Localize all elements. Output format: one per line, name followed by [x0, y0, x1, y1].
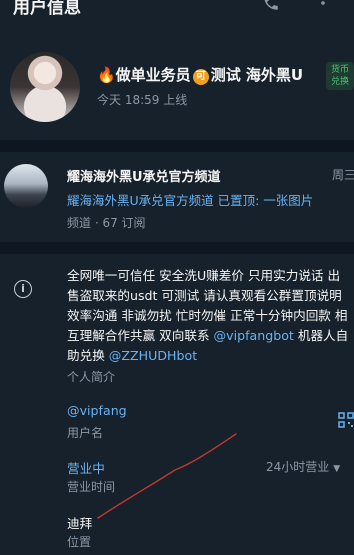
chevron-down-icon: ▼	[333, 464, 341, 474]
header: 用户信息	[0, 0, 354, 22]
info-icon: i	[14, 280, 32, 298]
bio-link-zzhudhbot[interactable]: @ZZHUDHbot	[109, 348, 197, 363]
username-value[interactable]: @vipfang	[67, 403, 127, 418]
location-value[interactable]: 迪拜	[67, 513, 92, 532]
business-hours-text: 24小时营业	[266, 460, 330, 474]
profile-section: 🔥做单业务员可测试 海外黑U 货币 兑换 今天 18:59 上线	[0, 40, 354, 140]
section-divider	[0, 140, 354, 152]
section-divider	[0, 242, 354, 254]
profile-name: 🔥做单业务员可测试 海外黑U	[97, 64, 303, 85]
channel-preview: 耀海海外黑U承兑官方频道 已置顶: 一张图片	[67, 193, 314, 208]
channel-avatar	[4, 164, 48, 208]
bio-label: 个人简介	[67, 370, 116, 384]
qr-code-icon[interactable]	[338, 412, 354, 428]
business-hours-label: 营业时间	[67, 480, 116, 494]
more-options-icon[interactable]	[318, 0, 328, 16]
ke-badge-icon: 可	[192, 69, 209, 85]
header-spacer	[0, 22, 354, 40]
channel-subscribers: 频道 · 67 订阅	[67, 216, 146, 230]
location-label: 位置	[67, 535, 92, 549]
linked-channel[interactable]: 耀海海外黑U承兑官方频道 周三 耀海海外黑U承兑官方频道 已置顶: 一张图片 频…	[0, 152, 354, 232]
business-status[interactable]: 营业中	[67, 458, 105, 477]
phone-icon[interactable]	[262, 0, 280, 16]
last-seen-status: 今天 18:59 上线	[97, 93, 188, 107]
profile-name-suffix: 测试 海外黑U	[210, 66, 304, 84]
bio-link-vipfangbot[interactable]: @vipfangbot	[214, 328, 294, 343]
exchange-badge-text: 货币 兑换	[330, 65, 349, 87]
channel-day: 周三	[332, 168, 354, 182]
page-title: 用户信息	[13, 0, 81, 18]
business-hours[interactable]: 24小时营业 ▼	[266, 458, 340, 475]
profile-name-prefix: 🔥做单业务员	[97, 66, 191, 84]
exchange-badge-icon: 货币 兑换	[326, 62, 354, 90]
username-label: 用户名	[67, 426, 104, 440]
bio-text: 全网唯一可信任 安全洗U赚差价 只用实力说话 出售盗取来的usdt 可测试 请认…	[67, 266, 351, 366]
info-section: i 全网唯一可信任 安全洗U赚差价 只用实力说话 出售盗取来的usdt 可测试 …	[0, 254, 354, 555]
avatar[interactable]	[10, 52, 80, 122]
channel-name: 耀海海外黑U承兑官方频道	[67, 170, 221, 185]
